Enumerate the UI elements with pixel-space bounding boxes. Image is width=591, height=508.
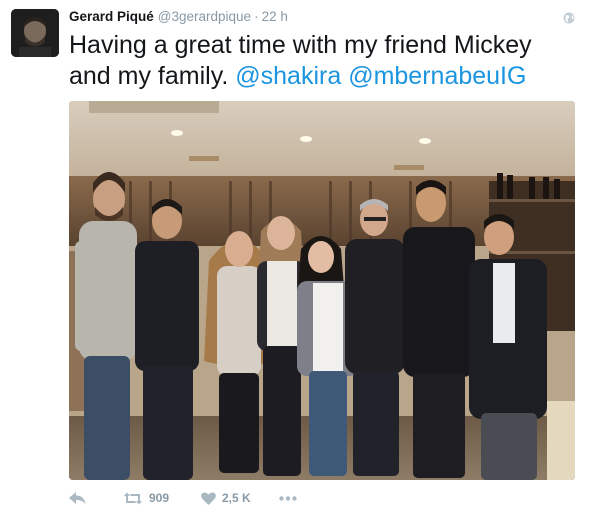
author-handle[interactable]: @3gerardpique [158,9,251,24]
author-name[interactable]: Gerard Piqué [69,9,154,24]
retweet-icon [123,492,143,505]
author-avatar[interactable] [11,9,59,57]
like-button[interactable]: 2,5 K [201,491,279,505]
like-count: 2,5 K [222,491,251,505]
mention-link[interactable]: @shakira [235,62,341,90]
mention-link[interactable]: @mbernabeuIG [348,62,526,90]
group-photo-image [69,101,575,480]
globe-icon [563,11,575,24]
tweet-photo[interactable] [69,101,575,480]
tweet-card: Gerard Piqué @3gerardpique · 22 h Having… [0,0,591,508]
retweet-button[interactable]: 909 [123,491,201,505]
reply-icon [69,491,86,505]
heart-icon [201,491,216,505]
avatar-photo [11,9,59,57]
header-separator: · [254,9,259,24]
retweet-count: 909 [149,491,170,505]
tweet-timestamp[interactable]: 22 h [262,9,288,24]
reply-button[interactable] [69,491,123,505]
tweet-actions: 909 2,5 K [69,490,309,506]
more-icon [279,495,297,501]
tweet-header: Gerard Piqué @3gerardpique · 22 h [69,9,288,27]
more-button[interactable] [279,495,309,501]
tweet-text: Having a great time with my friend Micke… [69,30,574,92]
